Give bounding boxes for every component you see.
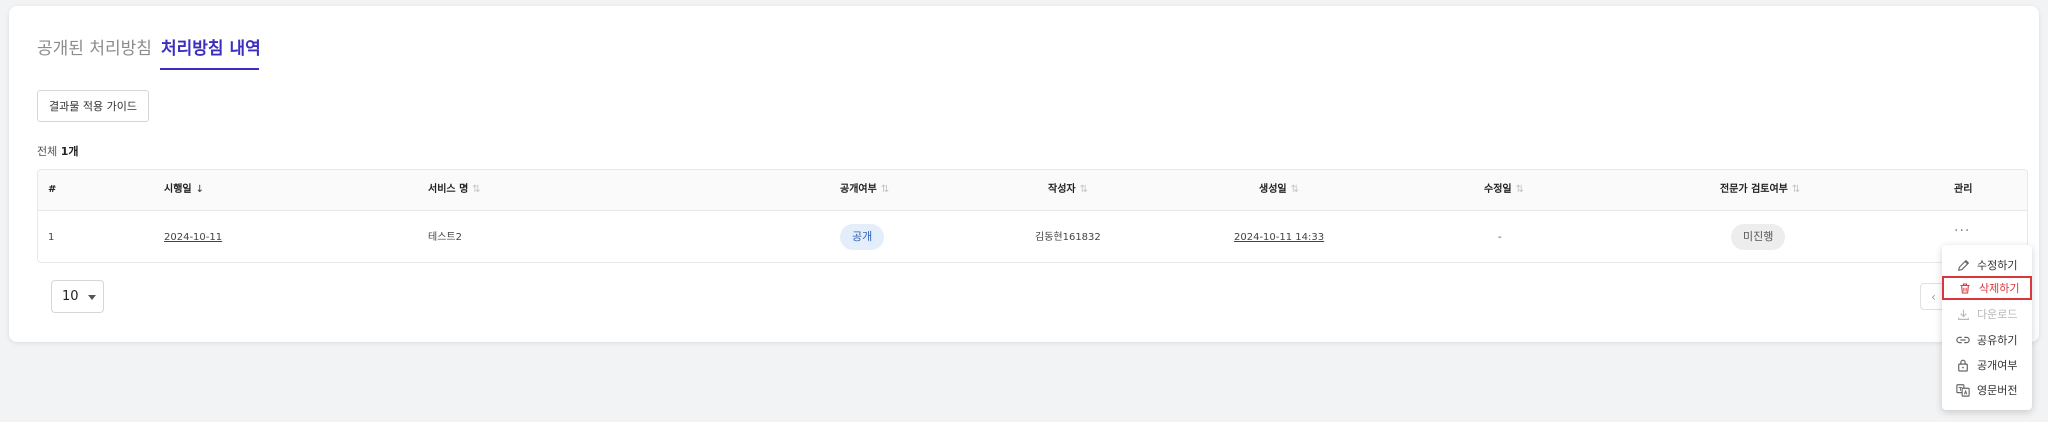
- col-author-label: 작성자: [1048, 184, 1076, 195]
- total-label: 전체: [37, 145, 58, 158]
- cell-effective-date[interactable]: 2024-10-11: [164, 231, 222, 245]
- policy-table: # 시행일 ↓ 서비스 명 ⇅ 공개여부 ⇅ 작성자 ⇅ 생성일 ⇅ 수정일 ⇅ 전문가 검…: [37, 169, 2028, 263]
- row-actions-menu: 수정하기 삭제하기 다운로드 공유하기 공개여부 영문버전: [1942, 245, 2032, 410]
- lock-icon: [1956, 358, 1970, 372]
- cell-author: 김동현161832: [1035, 232, 1101, 243]
- menu-item-label: 공개여부: [1977, 359, 2018, 372]
- download-icon: [1956, 307, 1970, 321]
- trash-icon: [1958, 281, 1972, 295]
- col-service-name[interactable]: 서비스 명 ⇅: [428, 183, 481, 197]
- menu-item-edit[interactable]: 수정하기: [1942, 253, 2032, 277]
- col-effective-date-label: 시행일: [164, 184, 192, 195]
- link-icon: [1956, 333, 1970, 347]
- sort-icon[interactable]: ⇅: [1792, 184, 1800, 195]
- col-public-status[interactable]: 공개여부 ⇅: [840, 183, 889, 197]
- expert-review-badge: 미진행: [1731, 224, 1786, 250]
- more-options-icon[interactable]: ···: [1954, 223, 1970, 239]
- cell-created-at[interactable]: 2024-10-11 14:33: [1234, 231, 1324, 245]
- cell-service-name: 테스트2: [428, 232, 462, 243]
- pencil-icon: [1956, 258, 1970, 272]
- col-public-status-label: 공개여부: [840, 184, 877, 195]
- col-created-at[interactable]: 생성일 ⇅: [1259, 183, 1299, 197]
- menu-item-label: 공유하기: [1977, 334, 2018, 347]
- col-author[interactable]: 작성자 ⇅: [1048, 183, 1088, 197]
- tab-published-policy[interactable]: 공개된 처리방침: [37, 34, 152, 64]
- menu-item-share[interactable]: 공유하기: [1942, 328, 2032, 352]
- col-index: #: [48, 184, 57, 195]
- total-value: 1개: [60, 145, 79, 158]
- col-expert-review-label: 전문가 검토여부: [1720, 184, 1788, 195]
- sort-icon[interactable]: ⇅: [1291, 184, 1299, 195]
- col-created-at-label: 생성일: [1259, 184, 1287, 195]
- col-expert-review[interactable]: 전문가 검토여부 ⇅: [1720, 183, 1800, 197]
- menu-item-label: 삭제하기: [1979, 282, 2020, 295]
- page-size-select[interactable]: 10: [51, 280, 104, 313]
- col-manage: 관리: [1954, 184, 1973, 195]
- col-modified-at[interactable]: 수정일 ⇅: [1484, 183, 1524, 197]
- menu-item-download[interactable]: 다운로드: [1942, 302, 2032, 326]
- menu-item-label: 영문버전: [1977, 384, 2018, 397]
- page-size-value: 10: [62, 289, 79, 304]
- total-count: 전체 1개: [37, 143, 79, 159]
- menu-item-delete[interactable]: 삭제하기: [1942, 276, 2032, 300]
- menu-item-label: 수정하기: [1977, 259, 2018, 272]
- content-card: 공개된 처리방침 처리방침 내역 결과물 적용 가이드 전체 1개 # 시행일 ↓…: [9, 6, 2039, 342]
- sort-icon[interactable]: ⇅: [881, 184, 889, 195]
- col-service-name-label: 서비스 명: [428, 184, 469, 195]
- col-modified-at-label: 수정일: [1484, 184, 1512, 195]
- active-tab-indicator: [160, 68, 259, 70]
- menu-item-public-status[interactable]: 공개여부: [1942, 353, 2032, 377]
- tab-policy-history[interactable]: 처리방침 내역: [161, 34, 261, 64]
- menu-item-label: 다운로드: [1977, 308, 2018, 321]
- public-status-badge: 공개: [840, 224, 885, 250]
- menu-item-english-version[interactable]: 영문버전: [1942, 378, 2032, 402]
- result-guide-button[interactable]: 결과물 적용 가이드: [37, 90, 149, 122]
- cell-index: 1: [48, 232, 55, 243]
- translate-icon: [1956, 383, 1970, 397]
- cell-modified-at: -: [1498, 232, 1502, 243]
- sort-desc-icon[interactable]: ↓: [196, 184, 204, 195]
- sort-icon[interactable]: ⇅: [1516, 184, 1524, 195]
- sort-icon[interactable]: ⇅: [472, 184, 480, 195]
- caret-down-icon: [88, 295, 96, 300]
- sort-icon[interactable]: ⇅: [1080, 184, 1088, 195]
- col-effective-date[interactable]: 시행일 ↓: [164, 183, 204, 197]
